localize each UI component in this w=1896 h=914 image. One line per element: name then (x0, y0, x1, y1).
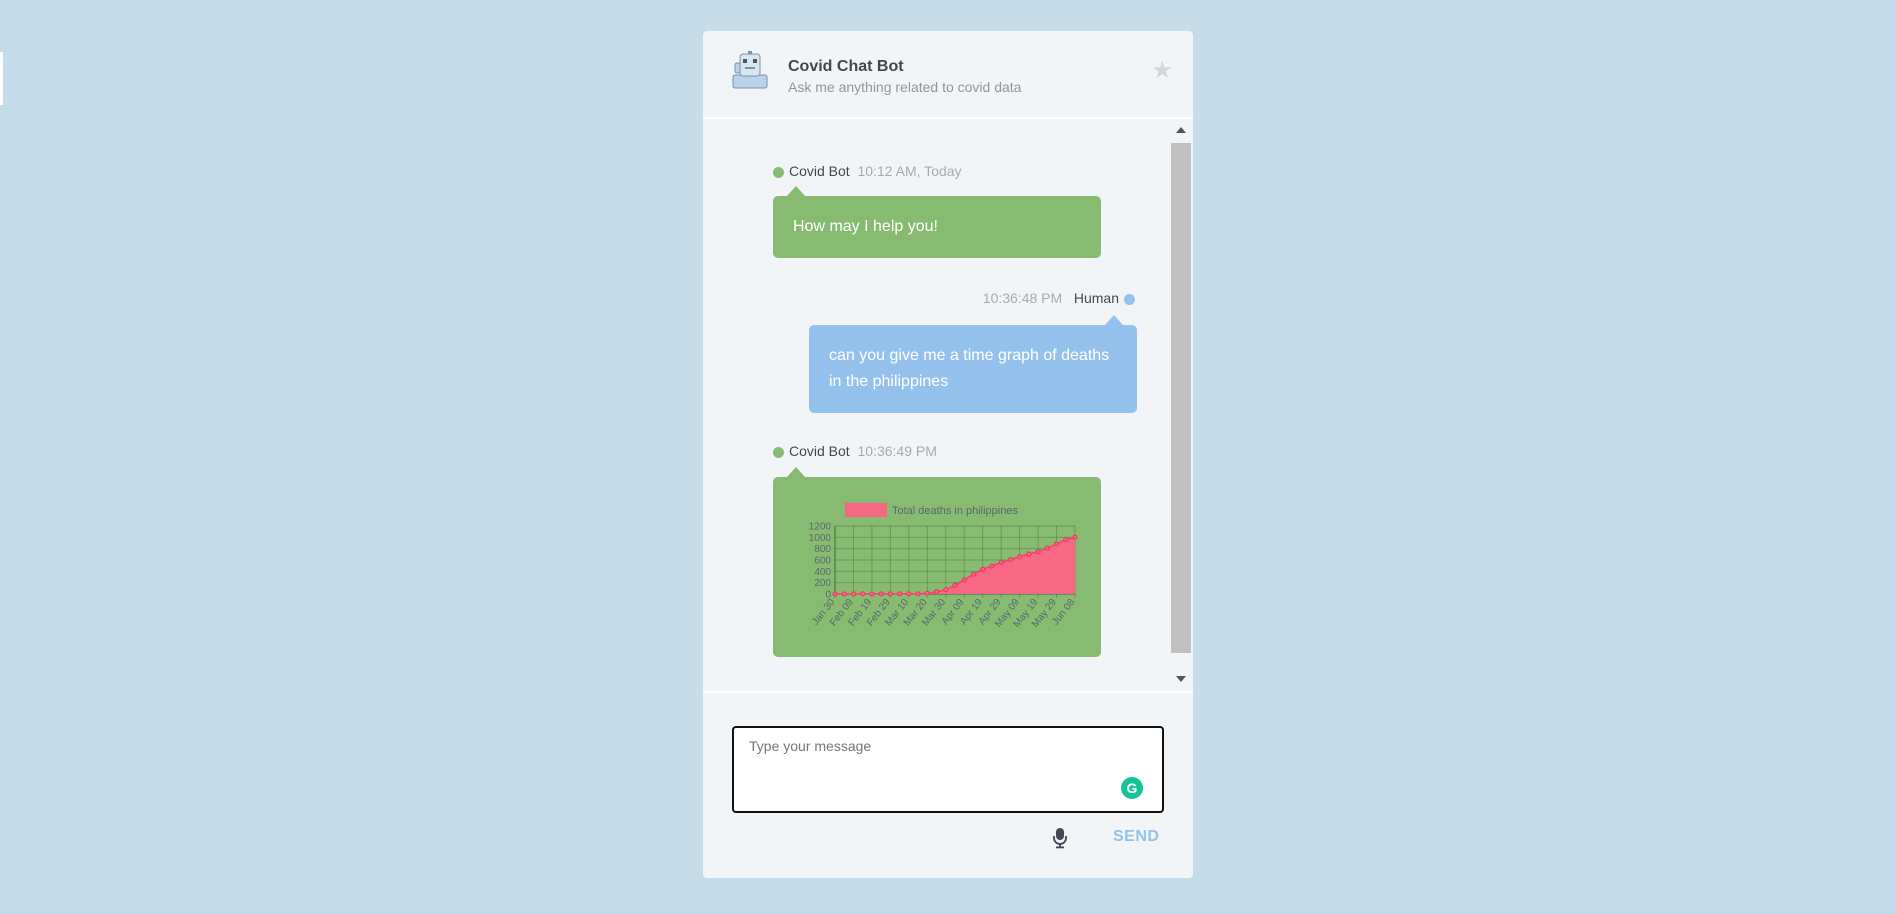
scroll-thumb[interactable] (1171, 143, 1191, 653)
bot-chart-bubble: Total deaths in philippines 0 200 400 600 800… (773, 467, 1101, 657)
data-point (841, 591, 847, 597)
y-tick-label: 200 (814, 578, 831, 589)
data-point (943, 587, 949, 593)
chat-window: Covid Chat Bot Ask me anything related t… (703, 31, 1193, 878)
online-dot-icon (773, 446, 784, 458)
data-point (980, 566, 986, 572)
y-tick-label: 600 (814, 556, 831, 567)
data-point (952, 582, 958, 588)
data-point (897, 591, 903, 597)
message-time: 10:36:49 PM (857, 443, 937, 459)
data-point (998, 559, 1004, 565)
message-time: 10:36:48 PM (982, 290, 1063, 306)
data-point (915, 591, 921, 597)
y-tick-label: 1000 (809, 533, 832, 544)
message-sender: Covid Bot (789, 443, 850, 459)
window-edge-marker (0, 52, 3, 105)
online-dot-icon (1124, 293, 1135, 305)
star-icon[interactable]: ★ (1151, 59, 1173, 83)
message-sender: Covid Bot (789, 163, 850, 179)
message-text: How may I help you! (793, 218, 938, 235)
data-point (887, 591, 893, 597)
message-meta: 10:36:48 PM Human (983, 290, 1135, 306)
data-point (851, 591, 856, 597)
robot-avatar-icon (732, 51, 768, 89)
y-tick-label: 800 (814, 544, 831, 555)
message-meta: Covid Bot 10:12 AM, Today (773, 163, 962, 179)
data-point (971, 571, 976, 577)
data-point (1044, 545, 1050, 551)
data-point (1035, 549, 1041, 555)
data-point (878, 591, 884, 597)
data-point (1054, 541, 1059, 547)
message-input[interactable] (732, 726, 1164, 813)
legend-swatch (845, 503, 887, 517)
chat-title: Covid Chat Bot (788, 58, 904, 75)
message-sender: Human (1073, 290, 1119, 306)
grammarly-icon[interactable]: G (1121, 777, 1143, 799)
message-meta: Covid Bot 10:36:49 PM (773, 443, 937, 459)
data-point (832, 591, 838, 597)
online-dot-icon (773, 166, 784, 178)
message-text: can you give me a time graph of deaths i… (829, 347, 1110, 390)
data-point (1072, 534, 1078, 540)
scrollbar[interactable] (1171, 119, 1191, 691)
scroll-up-arrow-icon[interactable] (1176, 127, 1186, 133)
chat-history[interactable]: Covid Bot 10:12 AM, Today How may I help… (703, 119, 1193, 691)
data-point (934, 589, 939, 595)
data-point (860, 591, 866, 597)
data-point (924, 590, 930, 596)
y-tick-label: 400 (814, 567, 831, 578)
chat-header: Covid Chat Bot Ask me anything related t… (703, 31, 1193, 119)
deaths-area-chart: Total deaths in philippines0200400600800… (809, 503, 1078, 630)
message-time: 10:12 AM, Today (857, 163, 962, 179)
microphone-icon[interactable] (1052, 827, 1068, 849)
data-point (1017, 554, 1023, 560)
data-point (1007, 557, 1013, 563)
send-button[interactable]: SEND (1113, 828, 1159, 846)
chat-subtitle: Ask me anything related to covid data (788, 79, 1022, 95)
data-point (1026, 551, 1032, 557)
human-message-bubble: can you give me a time graph of deaths i… (809, 315, 1137, 413)
data-point (1063, 537, 1069, 543)
bot-message-bubble: How may I help you! (773, 186, 1101, 258)
data-point (961, 577, 967, 583)
data-point (906, 591, 912, 597)
y-tick-label: 1200 (809, 522, 832, 533)
data-point (869, 591, 875, 597)
scroll-down-arrow-icon[interactable] (1176, 676, 1186, 682)
message-composer: G SEND (703, 691, 1193, 878)
legend-label: Total deaths in philippines (892, 505, 1018, 517)
data-point (989, 563, 995, 569)
